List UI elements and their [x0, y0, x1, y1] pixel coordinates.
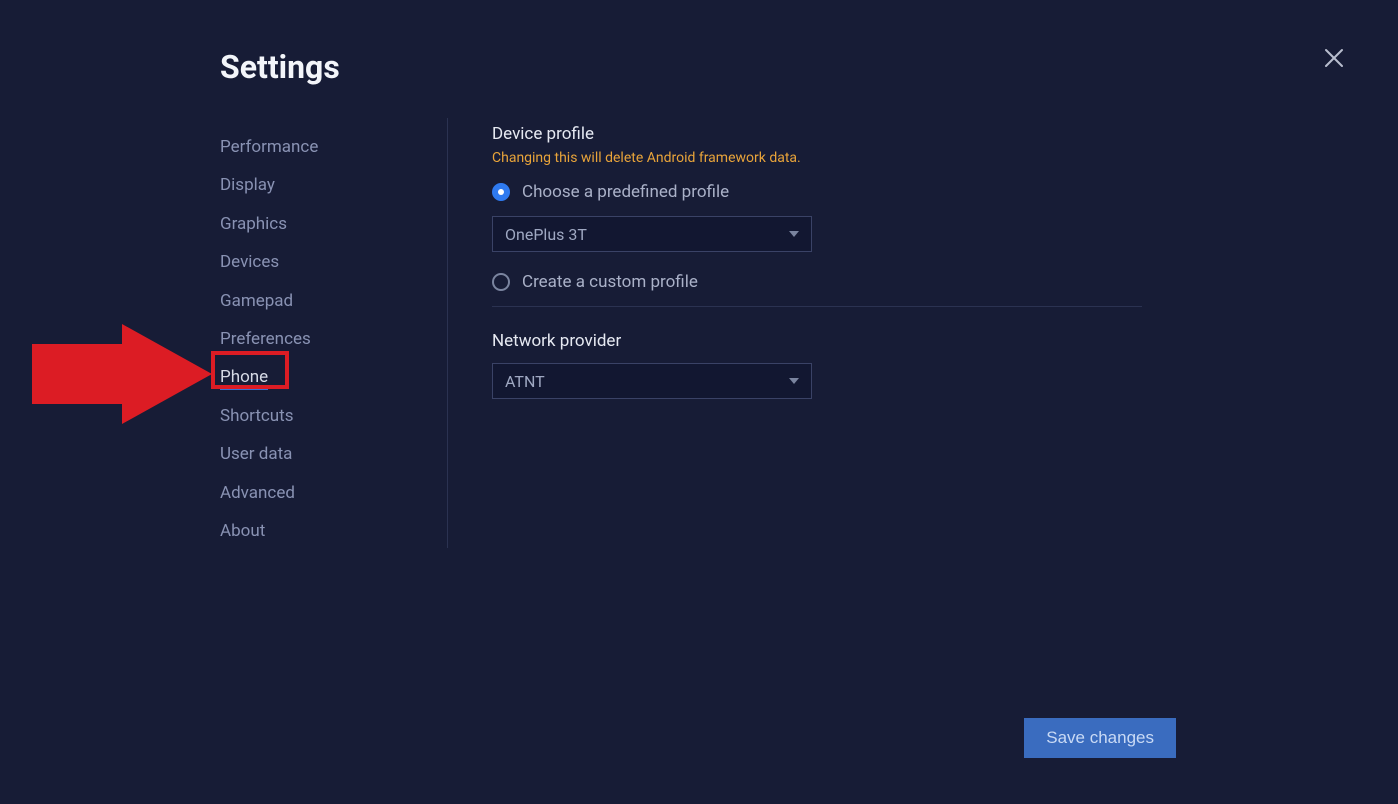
sidebar-item-label: Preferences — [220, 329, 311, 349]
radio-label: Create a custom profile — [522, 272, 698, 292]
radio-icon — [492, 183, 510, 201]
sidebar-item-label: Performance — [220, 137, 318, 157]
page-title: Settings — [220, 48, 1398, 86]
device-profile-warning: Changing this will delete Android framew… — [492, 150, 1128, 166]
radio-predefined-profile[interactable]: Choose a predefined profile — [492, 182, 1128, 202]
sidebar-item-advanced[interactable]: Advanced — [220, 474, 447, 512]
close-button[interactable] — [1322, 46, 1346, 70]
radio-icon — [492, 273, 510, 291]
divider — [492, 306, 1142, 307]
sidebar-item-label: Devices — [220, 252, 279, 272]
sidebar-item-label: Advanced — [220, 483, 295, 503]
sidebar-item-gamepad[interactable]: Gamepad — [220, 282, 447, 320]
settings-content: Device profile Changing this will delete… — [448, 118, 1128, 419]
device-profile-title: Device profile — [492, 124, 1128, 144]
device-profile-select[interactable]: OnePlus 3T — [492, 216, 812, 252]
radio-custom-profile[interactable]: Create a custom profile — [492, 272, 1128, 292]
close-icon — [1322, 46, 1346, 70]
sidebar-item-label: Phone — [220, 367, 268, 390]
network-provider-title: Network provider — [492, 331, 1128, 351]
chevron-down-icon — [789, 231, 799, 237]
sidebar-item-phone[interactable]: Phone — [220, 358, 447, 396]
select-value: ATNT — [505, 372, 545, 391]
sidebar-item-label: Graphics — [220, 214, 287, 234]
sidebar-item-about[interactable]: About — [220, 512, 447, 550]
network-provider-select[interactable]: ATNT — [492, 363, 812, 399]
radio-label: Choose a predefined profile — [522, 182, 729, 202]
sidebar-item-devices[interactable]: Devices — [220, 243, 447, 281]
settings-sidebar: Performance Display Graphics Devices Gam… — [220, 118, 448, 548]
chevron-down-icon — [789, 378, 799, 384]
sidebar-item-display[interactable]: Display — [220, 166, 447, 204]
sidebar-item-shortcuts[interactable]: Shortcuts — [220, 397, 447, 435]
sidebar-item-performance[interactable]: Performance — [220, 128, 447, 166]
select-value: OnePlus 3T — [505, 225, 587, 244]
save-changes-button[interactable]: Save changes — [1024, 718, 1176, 758]
sidebar-item-label: Shortcuts — [220, 406, 294, 426]
sidebar-item-label: Gamepad — [220, 291, 293, 311]
settings-dialog: Settings Performance Display Graphics De… — [0, 0, 1398, 804]
sidebar-item-preferences[interactable]: Preferences — [220, 320, 447, 358]
sidebar-item-label: About — [220, 521, 265, 541]
sidebar-item-graphics[interactable]: Graphics — [220, 205, 447, 243]
annotation-arrow — [32, 324, 212, 428]
sidebar-item-label: Display — [220, 175, 275, 195]
sidebar-item-user-data[interactable]: User data — [220, 435, 447, 473]
sidebar-item-label: User data — [220, 444, 292, 464]
